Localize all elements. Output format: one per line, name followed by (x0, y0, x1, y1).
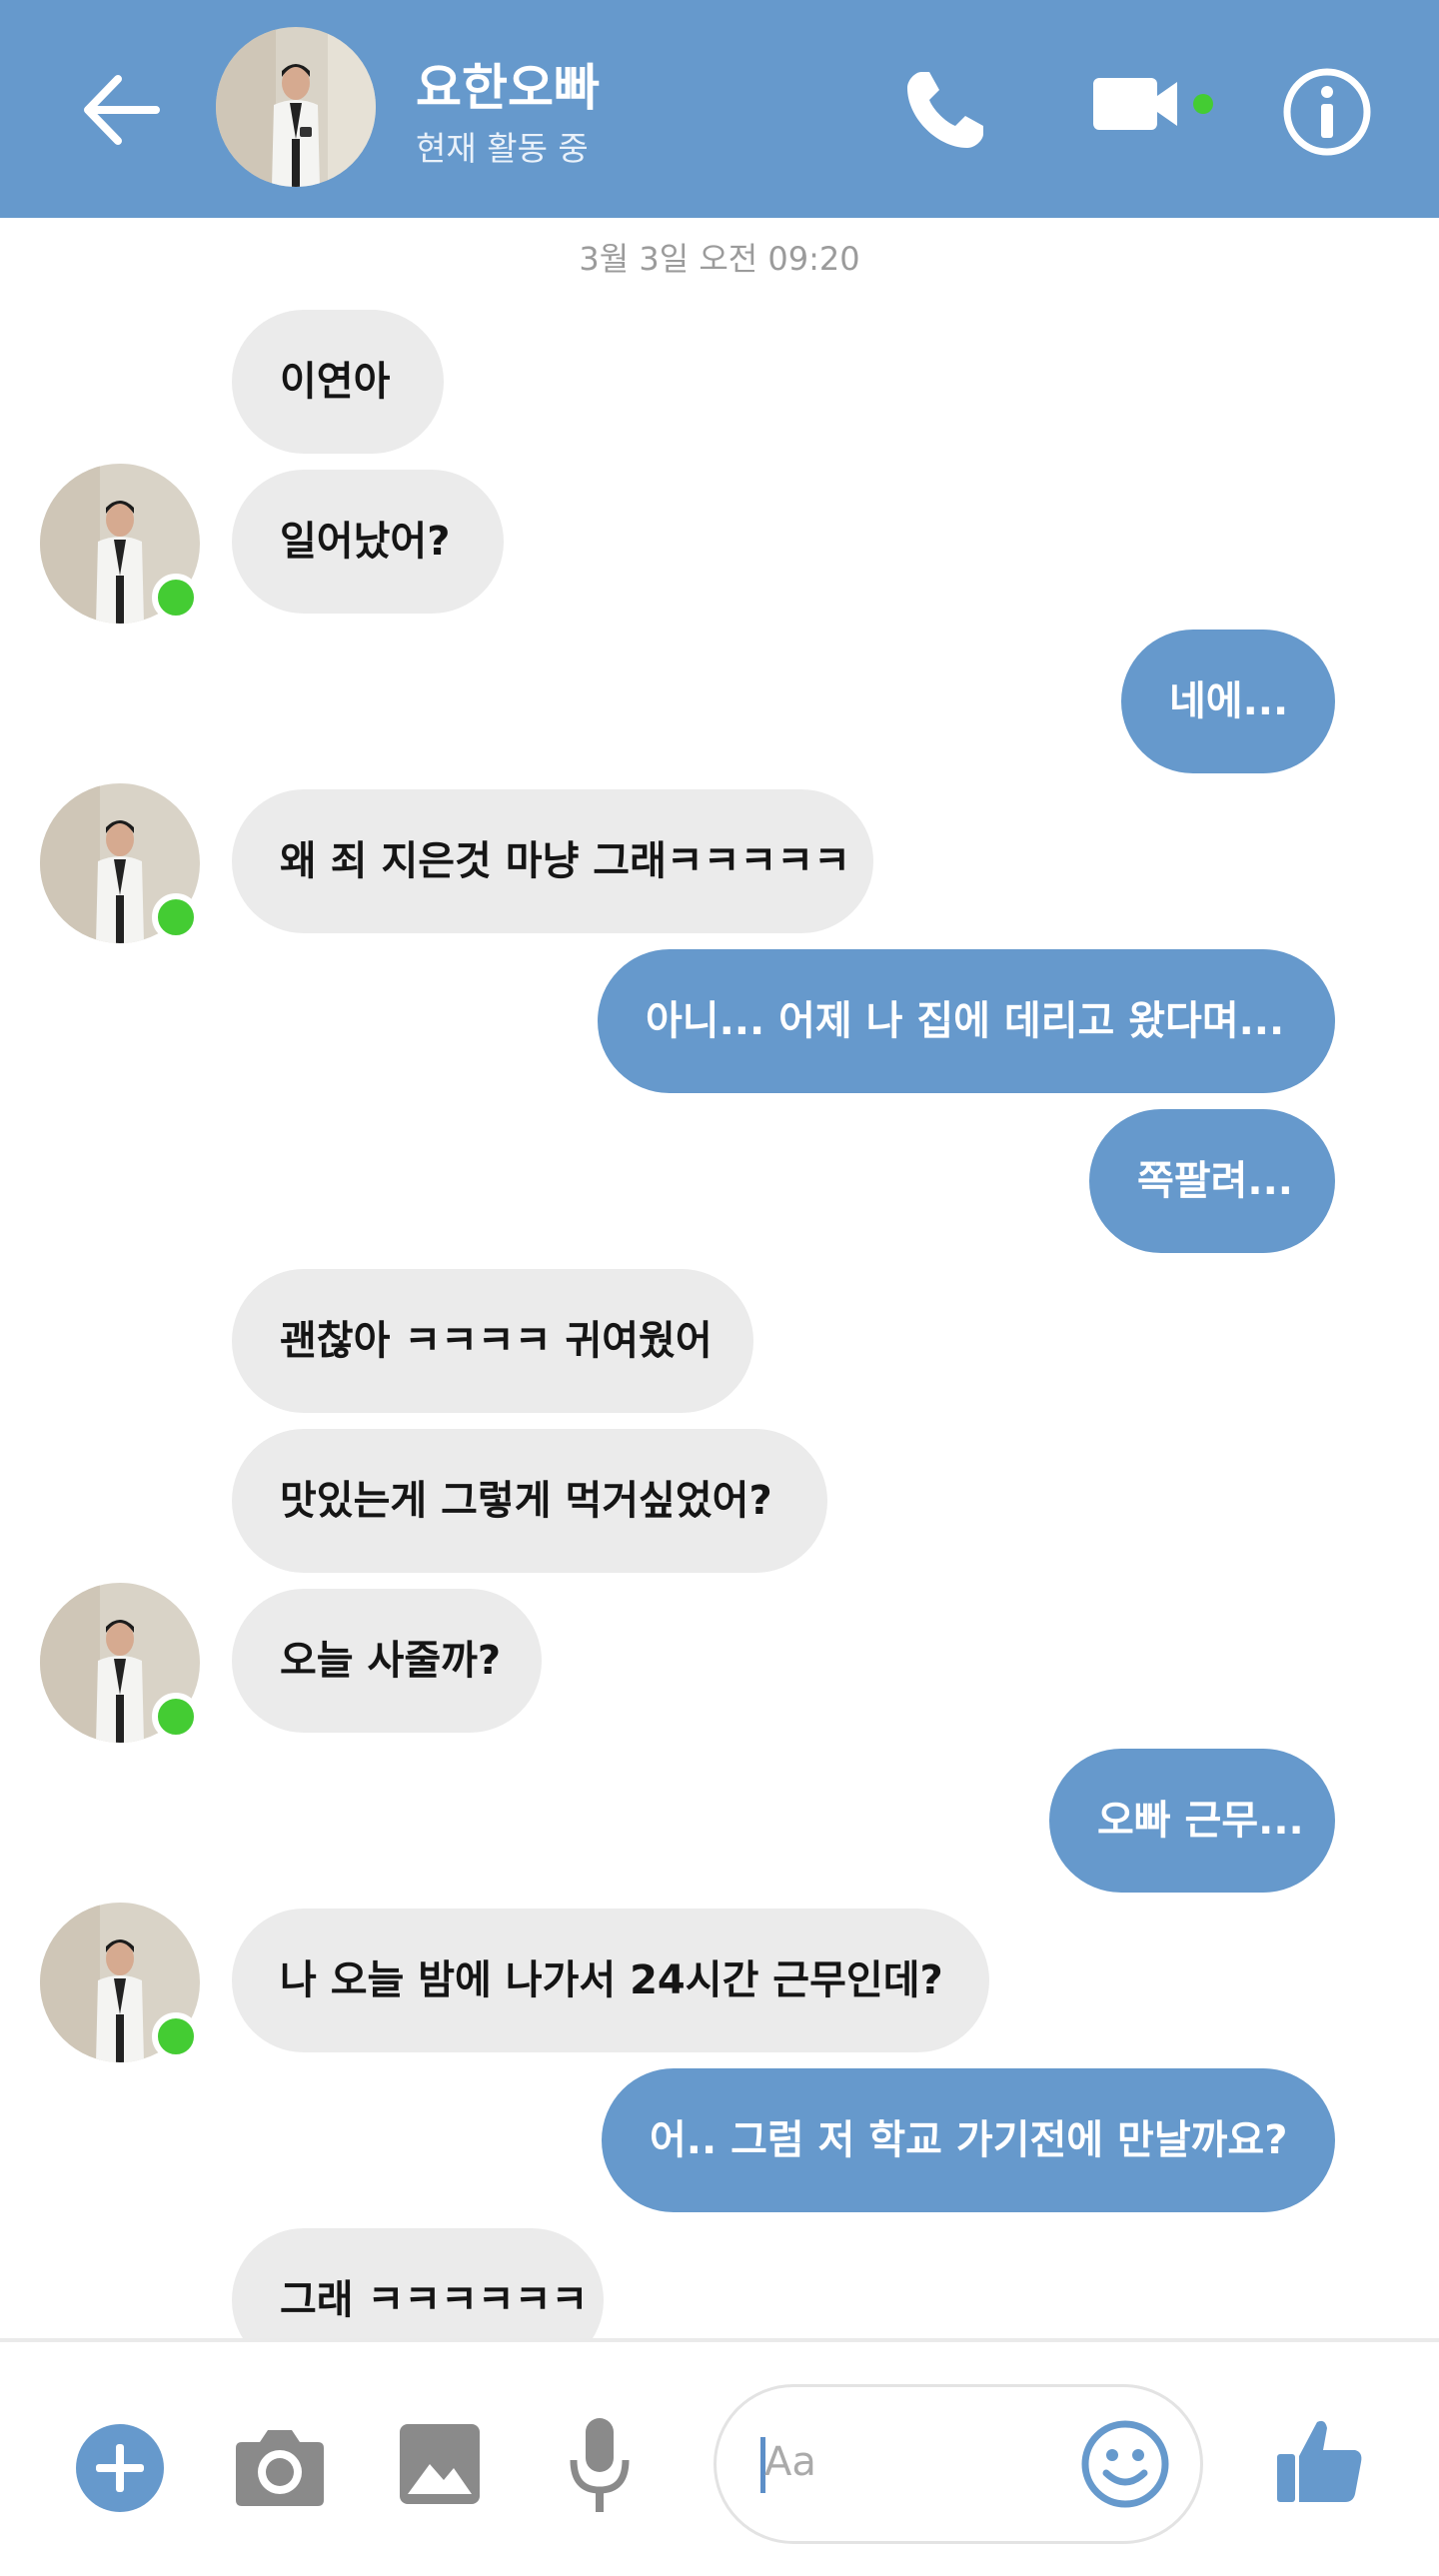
online-indicator (152, 893, 200, 941)
outgoing-message-bubble[interactable]: 아니... 어제 나 집에 데리고 왔다며... (598, 949, 1335, 1093)
incoming-message-bubble[interactable]: 왜 죄 지은것 마냥 그래ㅋㅋㅋㅋㅋ (232, 789, 873, 933)
contact-avatar[interactable] (216, 27, 376, 187)
image-icon[interactable] (398, 2422, 482, 2506)
plus-circle-icon[interactable] (76, 2424, 164, 2512)
incoming-message-bubble[interactable]: 맛있는게 그렇게 먹거싶었어? (232, 1429, 827, 1573)
chat-header: 요한오빠 현재 활동 중 (0, 0, 1439, 218)
active-status: 현재 활동 중 (416, 129, 589, 168)
outgoing-message-bubble[interactable]: 네에... (1121, 630, 1335, 773)
message-timestamp: 3월 3일 오전 09:20 (579, 240, 860, 278)
incoming-message-bubble[interactable]: 일어났어? (232, 470, 504, 614)
incoming-message-bubble[interactable]: 오늘 사줄까? (232, 1589, 542, 1733)
message-input-placeholder: Aa (764, 2439, 816, 2485)
online-indicator (152, 1693, 200, 1741)
info-icon[interactable] (1281, 66, 1373, 158)
message-input[interactable]: Aa (714, 2384, 1203, 2544)
contact-name: 요한오빠 (416, 59, 600, 117)
incoming-message-bubble[interactable]: 괜찮아 ㅋㅋㅋㅋ 귀여웠어 (232, 1269, 753, 1413)
outgoing-message-bubble[interactable]: 오빠 근무... (1049, 1749, 1335, 1893)
message-composer: Aa (0, 2338, 1439, 2576)
smiley-icon[interactable] (1080, 2419, 1170, 2509)
incoming-message-bubble[interactable]: 나 오늘 밤에 나가서 24시간 근무인데? (232, 1909, 989, 2052)
online-indicator (152, 2012, 200, 2060)
video-camera-icon[interactable] (1093, 70, 1213, 150)
outgoing-message-bubble[interactable]: 쪽팔려... (1089, 1109, 1335, 1253)
back-arrow-icon[interactable] (80, 69, 162, 151)
incoming-message-bubble[interactable]: 이연아 (232, 310, 444, 454)
outgoing-message-bubble[interactable]: 어.. 그럼 저 학교 가기전에 만날까요? (602, 2068, 1335, 2212)
online-indicator (152, 574, 200, 622)
camera-icon[interactable] (234, 2424, 326, 2508)
microphone-icon[interactable] (568, 2416, 632, 2516)
phone-icon[interactable] (901, 66, 989, 154)
thumbs-up-icon[interactable] (1275, 2416, 1365, 2506)
